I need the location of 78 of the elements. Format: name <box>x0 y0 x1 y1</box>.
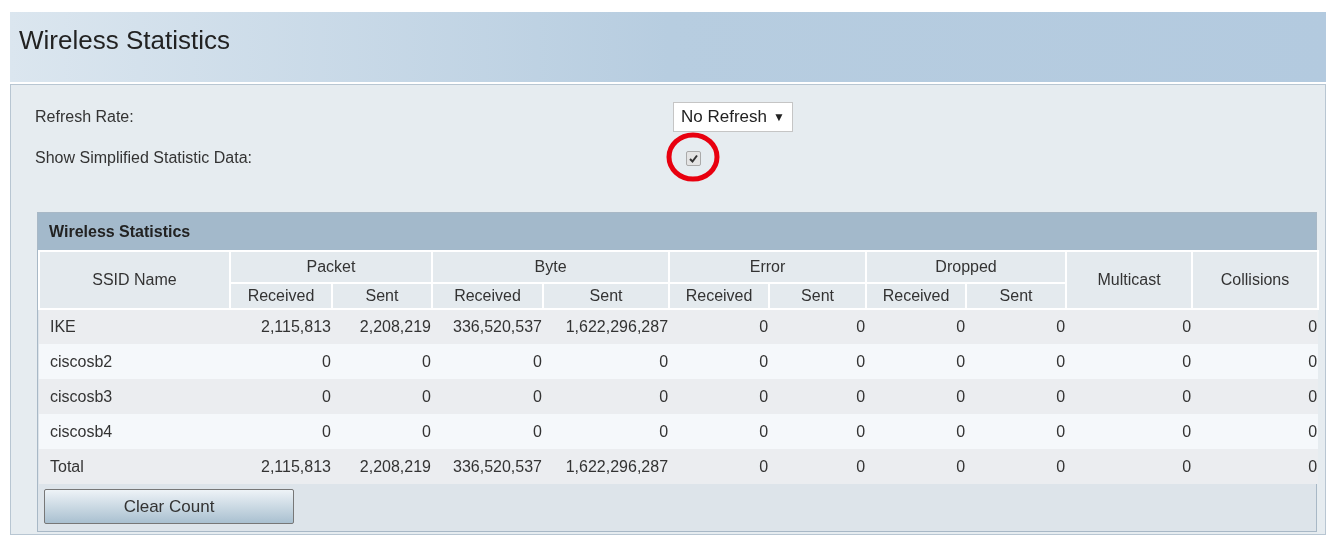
table-cell: 2,208,219 <box>332 449 432 484</box>
column-header: Dropped <box>866 251 1067 283</box>
clear-count-button[interactable]: Clear Count <box>44 489 294 524</box>
table-cell: 0 <box>769 379 867 414</box>
column-header: Packet <box>230 251 432 283</box>
table-cell: 0 <box>1066 344 1193 379</box>
table-cell: 1,622,296,287 <box>543 449 670 484</box>
table-cell: 0 <box>669 414 770 449</box>
column-header: Received <box>866 283 967 309</box>
table-cell: 0 <box>966 309 1067 344</box>
table-cell: 2,208,219 <box>332 309 432 344</box>
table-cell: 0 <box>669 449 770 484</box>
table-cell: 0 <box>543 344 670 379</box>
table-cell: 0 <box>1066 414 1193 449</box>
table-cell: 0 <box>1192 414 1319 449</box>
table-cell: 0 <box>966 379 1067 414</box>
table-cell: 0 <box>866 449 967 484</box>
table-cell: 0 <box>769 414 867 449</box>
table-cell: 0 <box>432 344 543 379</box>
table-cell: 0 <box>669 309 770 344</box>
column-header: Sent <box>332 283 432 309</box>
table-cell: ciscosb4 <box>39 414 230 449</box>
table-cell: IKE <box>39 309 230 344</box>
table-cell: 0 <box>866 309 967 344</box>
table-cell: 0 <box>1192 309 1319 344</box>
table-cell: 336,520,537 <box>432 309 543 344</box>
table-cell: 0 <box>966 449 1067 484</box>
column-header: Sent <box>769 283 867 309</box>
column-header: Byte <box>432 251 670 283</box>
table-title: Wireless Statistics <box>38 213 1316 250</box>
table-cell: 0 <box>1066 379 1193 414</box>
column-header: Multicast <box>1066 251 1193 309</box>
table-cell: 0 <box>432 379 543 414</box>
table-cell: 0 <box>669 344 770 379</box>
table-cell: 0 <box>1192 344 1319 379</box>
table-cell: 336,520,537 <box>432 449 543 484</box>
table-cell: 0 <box>669 379 770 414</box>
check-icon <box>687 152 699 164</box>
field-label: Show Simplified Statistic Data: <box>35 148 253 168</box>
column-header: SSID Name <box>39 251 230 309</box>
table-cell: 2,115,813 <box>230 309 332 344</box>
table-cell: 0 <box>230 414 332 449</box>
table-cell: 0 <box>769 309 867 344</box>
table-cell: 0 <box>1192 379 1319 414</box>
table-cell: 0 <box>769 344 867 379</box>
table-cell: ciscosb3 <box>39 379 230 414</box>
table-cell: 0 <box>230 379 332 414</box>
field-label: Refresh Rate: <box>35 107 135 127</box>
table-cell: 0 <box>543 414 670 449</box>
table-cell: ciscosb2 <box>39 344 230 379</box>
table-cell: 0 <box>332 344 432 379</box>
table-cell: 2,115,813 <box>230 449 332 484</box>
column-header: Received <box>432 283 543 309</box>
table-cell: 0 <box>966 344 1067 379</box>
table-cell: 0 <box>432 414 543 449</box>
table-cell: 1,622,296,287 <box>543 309 670 344</box>
column-header: Received <box>230 283 332 309</box>
column-header: Collisions <box>1192 251 1319 309</box>
column-header: Received <box>669 283 770 309</box>
table-cell: 0 <box>230 344 332 379</box>
page-title: Wireless Statistics <box>19 24 230 57</box>
table-cell: 0 <box>332 379 432 414</box>
table-cell: 0 <box>966 414 1067 449</box>
table-cell: Total <box>39 449 230 484</box>
table-cell: 0 <box>543 379 670 414</box>
table-cell: 0 <box>769 449 867 484</box>
column-header: Sent <box>966 283 1067 309</box>
table-cell: 0 <box>1066 309 1193 344</box>
table-cell: 0 <box>866 414 967 449</box>
column-header: Error <box>669 251 867 283</box>
table-cell: 0 <box>1066 449 1193 484</box>
table-cell: 0 <box>866 379 967 414</box>
column-header: Sent <box>543 283 670 309</box>
checkbox[interactable] <box>685 150 701 166</box>
table-cell: 0 <box>866 344 967 379</box>
table-cell: 0 <box>332 414 432 449</box>
table-cell: 0 <box>1192 449 1319 484</box>
refresh-rate-dropdown[interactable]: No Refresh ▼ <box>673 102 793 132</box>
